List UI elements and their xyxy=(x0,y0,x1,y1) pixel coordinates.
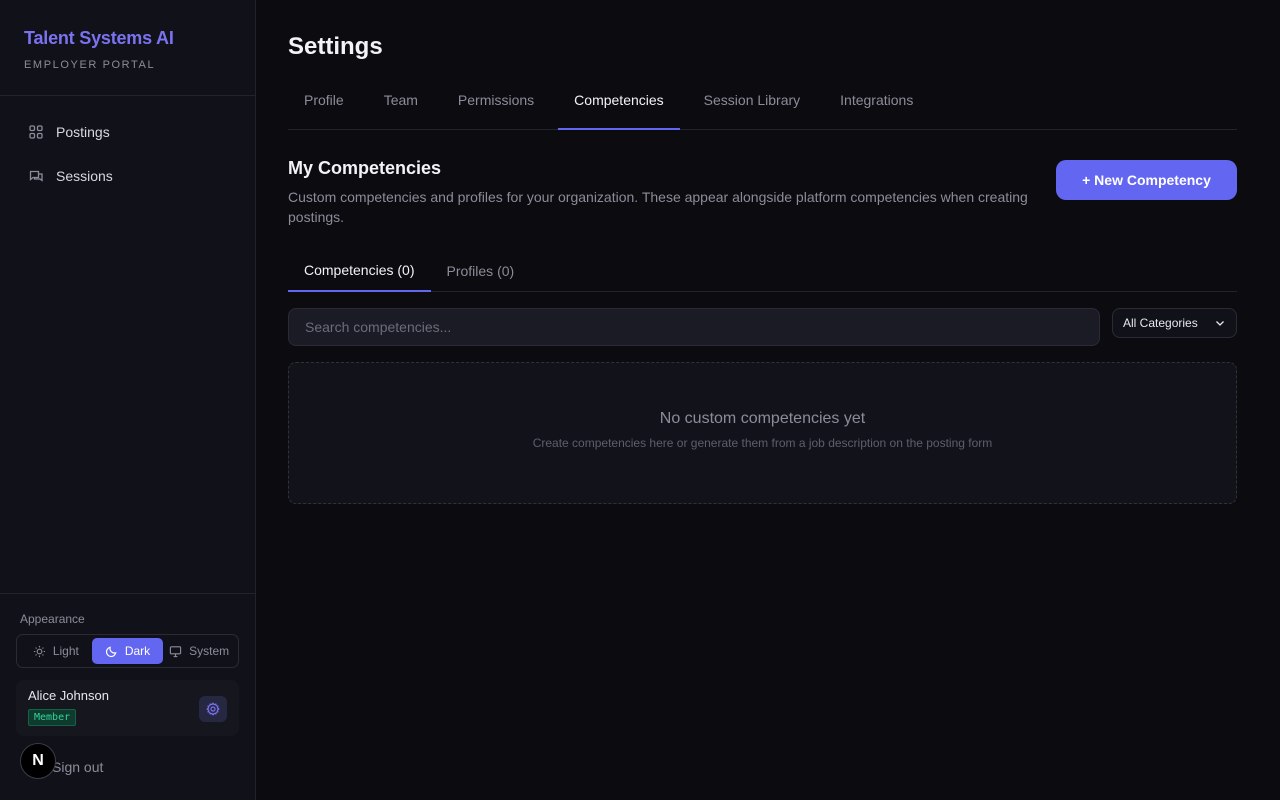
main-content: Settings Profile Team Permissions Compet… xyxy=(288,0,1237,504)
category-select[interactable]: All Categories xyxy=(1112,308,1237,338)
sidebar-item-postings[interactable]: Postings xyxy=(0,110,255,154)
search-input[interactable] xyxy=(288,308,1100,346)
gear-icon xyxy=(206,702,220,716)
theme-dark-button[interactable]: Dark xyxy=(91,638,164,664)
sidebar: Talent Systems AI EMPLOYER PORTAL Postin… xyxy=(0,0,256,800)
user-card: Alice Johnson Member xyxy=(16,680,239,736)
search-row: All Categories xyxy=(288,308,1237,346)
new-competency-button[interactable]: + New Competency xyxy=(1056,160,1237,200)
category-select-value: All Categories xyxy=(1123,316,1198,330)
section-description: Custom competencies and profiles for you… xyxy=(288,189,1028,225)
sidebar-nav: Postings Sessions xyxy=(0,96,255,212)
tab-session-library[interactable]: Session Library xyxy=(688,88,817,130)
grid-icon xyxy=(29,125,43,139)
brand-title[interactable]: Talent Systems AI xyxy=(24,28,231,49)
settings-tabs: Profile Team Permissions Competencies Se… xyxy=(288,88,1237,130)
user-settings-button[interactable] xyxy=(199,696,227,722)
tab-competencies[interactable]: Competencies xyxy=(558,88,680,130)
appearance-label: Appearance xyxy=(20,612,85,626)
sign-out-link[interactable]: Sign out xyxy=(52,759,103,775)
monitor-icon xyxy=(170,645,182,657)
tab-integrations[interactable]: Integrations xyxy=(824,88,929,130)
chevron-down-icon xyxy=(1216,321,1224,326)
theme-system-button[interactable]: System xyxy=(163,638,235,664)
chat-icon xyxy=(29,170,43,182)
empty-state: No custom competencies yet Create compet… xyxy=(288,362,1237,504)
moon-icon xyxy=(105,646,117,657)
theme-system-label: System xyxy=(189,644,230,658)
theme-dark-label: Dark xyxy=(124,644,151,658)
sidebar-item-label: Sessions xyxy=(56,168,113,184)
theme-light-button[interactable]: Light xyxy=(20,638,92,664)
role-badge: Member xyxy=(28,709,77,726)
subtab-competencies[interactable]: Competencies (0) xyxy=(288,250,431,292)
brand: Talent Systems AI EMPLOYER PORTAL xyxy=(0,0,255,96)
empty-state-title: No custom competencies yet xyxy=(659,410,866,427)
sun-icon xyxy=(33,645,45,657)
empty-state-subtitle: Create competencies here or generate the… xyxy=(532,436,993,450)
sidebar-footer: Appearance Light Dark System Alice Johns… xyxy=(0,593,255,800)
user-name: Alice Johnson xyxy=(28,688,109,703)
section-header: My Competencies Custom competencies and … xyxy=(288,158,1237,228)
brand-subtitle: EMPLOYER PORTAL xyxy=(24,59,156,71)
page-title: Settings xyxy=(288,33,383,60)
subtab-profiles[interactable]: Profiles (0) xyxy=(431,250,531,292)
competency-subtabs: Competencies (0) Profiles (0) xyxy=(288,250,1237,292)
theme-light-label: Light xyxy=(52,644,79,658)
n-logo-badge[interactable]: N xyxy=(20,743,56,779)
tab-profile[interactable]: Profile xyxy=(288,88,360,130)
sidebar-item-label: Postings xyxy=(56,124,110,140)
tab-team[interactable]: Team xyxy=(368,88,434,130)
tab-permissions[interactable]: Permissions xyxy=(442,88,550,130)
theme-switch: Light Dark System xyxy=(16,634,239,668)
sidebar-item-sessions[interactable]: Sessions xyxy=(0,154,255,198)
